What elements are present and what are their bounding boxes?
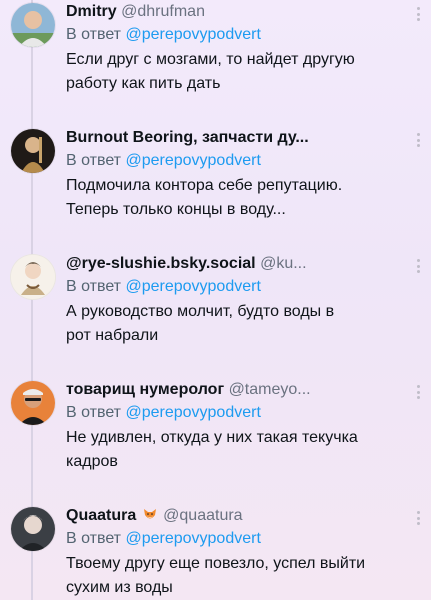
reply-text: Если друг с мозгами, то найдет другую ра… [66,48,407,96]
display-name[interactable]: Burnout Beoring, запчасти ду... [66,129,309,146]
reply-prefix: В ответ [66,278,122,295]
avatar-numerolog-icon [11,381,55,425]
reply-content: Dmitry @dhrufman В ответ @perepovypodver… [66,2,407,96]
reply-header: Dmitry @dhrufman [66,2,407,22]
reply-header: Burnout Beoring, запчасти ду... [66,128,407,148]
reply-text: Не удивлен, откуда у них такая текучка к… [66,426,407,474]
more-options-icon[interactable] [413,256,423,276]
more-options-icon[interactable] [413,130,423,150]
mention-link[interactable]: @perepovypodvert [125,26,260,43]
mention-link[interactable]: @perepovypodvert [125,278,260,295]
reply-header: Quaatura @quaatura [66,506,407,526]
reply-to-line: В ответ @perepovypodvert [66,24,407,46]
more-options-icon[interactable] [413,4,423,24]
user-handle[interactable]: @tameyo... [229,381,311,398]
more-options-icon[interactable] [413,382,423,402]
more-options-icon[interactable] [413,508,423,528]
avatar-rye-icon [11,255,55,299]
mention-link[interactable]: @perepovypodvert [125,530,260,547]
avatar[interactable] [10,380,56,426]
reply-prefix: В ответ [66,152,122,169]
reply-content: Quaatura @quaatura В ответ @perepovypodv… [66,506,407,600]
reply-text-line: Не удивлен, откуда у них такая текучка [66,429,358,446]
user-handle[interactable]: @dhrufman [121,3,205,20]
reply-text-line: Твоему другу еще повезло, успел выйти [66,555,366,572]
fox-icon [143,509,156,519]
reply-header: товарищ нумеролог @tameyo... [66,380,407,400]
avatar[interactable] [10,506,56,552]
avatar[interactable] [10,128,56,174]
display-name[interactable]: товарищ нумеролог [66,381,224,398]
avatar[interactable] [10,2,56,48]
avatar-burnout-icon [11,129,55,173]
reply-text-line: Если друг с мозгами, то найдет другую [66,51,355,68]
reply-to-line: В ответ @perepovypodvert [66,276,407,298]
avatar[interactable] [10,254,56,300]
reply-content: @rye-slushie.bsky.social @ku... В ответ … [66,254,407,348]
reply-text: Твоему другу еще повезло, успел выйти су… [66,552,407,600]
mention-link[interactable]: @perepovypodvert [125,404,260,421]
mention-link[interactable]: @perepovypodvert [125,152,260,169]
reply-text-line: Подмочила контора себе репутацию. [66,177,343,194]
reply-text-line: работу как пить дать [66,75,221,92]
reply-content: товарищ нумеролог @tameyo... В ответ @pe… [66,380,407,474]
reply-to-line: В ответ @perepovypodvert [66,528,407,550]
reply-text-line: рот набрали [66,327,159,344]
display-name[interactable]: Quaatura [66,507,136,524]
reply-to-line: В ответ @perepovypodvert [66,402,407,424]
reply-content: Burnout Beoring, запчасти ду... В ответ … [66,128,407,222]
user-handle[interactable]: @quaatura [163,507,242,524]
display-name[interactable]: @rye-slushie.bsky.social [66,255,256,272]
reply-text-line: кадров [66,453,118,470]
reply-text-line: А руководство молчит, будто воды в [66,303,335,320]
reply-thread: Dmitry @dhrufman В ответ @perepovypodver… [0,0,431,600]
reply-prefix: В ответ [66,26,122,43]
display-name[interactable]: Dmitry [66,3,117,20]
reply-text: А руководство молчит, будто воды в рот н… [66,300,407,348]
reply-text-line: сухим из воды [66,579,173,596]
reply-to-line: В ответ @perepovypodvert [66,150,407,172]
reply-text: Подмочила контора себе репутацию. Теперь… [66,174,407,222]
reply-prefix: В ответ [66,530,122,547]
reply-header: @rye-slushie.bsky.social @ku... [66,254,407,274]
user-handle[interactable]: @ku... [260,255,306,272]
reply-text-line: Теперь только концы в воду... [66,201,286,218]
reply-prefix: В ответ [66,404,122,421]
avatar-quaatura-icon [11,507,55,551]
avatar-dmitry-icon [11,3,55,47]
